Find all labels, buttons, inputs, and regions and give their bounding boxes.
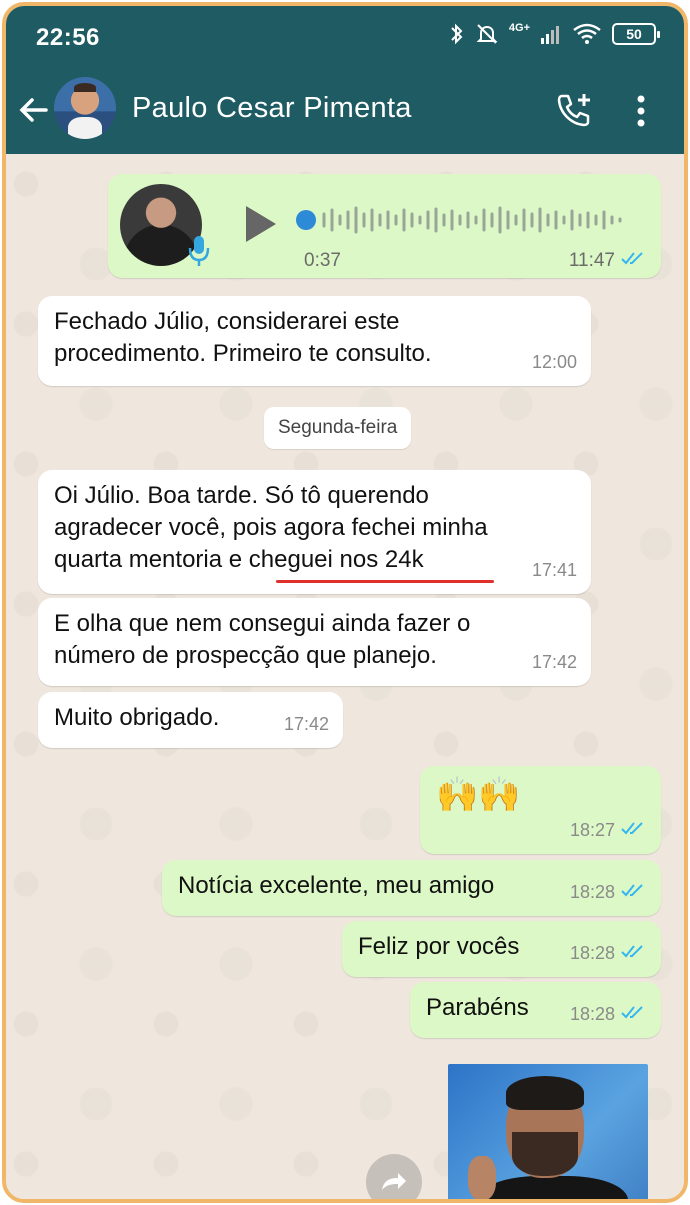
wifi-icon xyxy=(572,22,602,46)
audio-meta: 11:47 xyxy=(569,250,647,272)
message-meta: 18:28 xyxy=(570,937,647,969)
phone-frame: 22:56 4G+ 50 Paulo Cesar Pimenta 0:37 11… xyxy=(2,2,688,1203)
highlight-underline xyxy=(276,580,494,583)
network-label: 4G+ xyxy=(508,22,530,34)
message-line: Oi Júlio. Boa tarde. Só tô querendo xyxy=(54,482,429,509)
message-meta: 17:41 xyxy=(532,554,577,586)
status-time: 22:56 xyxy=(36,24,100,51)
message-time: 18:27 xyxy=(569,820,615,840)
audio-waveform[interactable] xyxy=(294,200,634,245)
audio-duration: 0:37 xyxy=(304,250,341,271)
chat-area[interactable]: 0:37 11:47 Fechado Júlio, considerarei e… xyxy=(6,154,684,1199)
read-ticks-icon xyxy=(621,814,647,846)
chat-header: Paulo Cesar Pimenta xyxy=(6,68,684,154)
forward-button[interactable] xyxy=(366,1154,422,1199)
outgoing-message[interactable]: Notícia excelente, meu amigo 18:28 xyxy=(162,860,661,916)
message-time: 12:00 xyxy=(531,352,577,372)
message-time: 18:28 xyxy=(569,1004,615,1024)
read-ticks-icon xyxy=(621,998,647,1030)
message-meta: 17:42 xyxy=(284,708,329,740)
day-separator: Segunda-feira xyxy=(264,407,412,449)
message-line: quarta mentoria e cheguei nos 24k xyxy=(54,546,424,573)
read-ticks-icon xyxy=(621,937,647,969)
play-icon[interactable] xyxy=(242,204,278,249)
bell-muted-icon xyxy=(475,22,499,46)
message-line: E olha que nem consegui ainda fazer o xyxy=(54,610,471,637)
outgoing-message[interactable]: Parabéns 18:28 xyxy=(410,982,661,1038)
message-meta: 18:28 xyxy=(570,876,647,908)
add-call-icon[interactable] xyxy=(554,90,594,135)
message-time: 17:42 xyxy=(531,652,577,672)
message-meta: 18:28 xyxy=(570,998,647,1030)
forward-icon xyxy=(382,1173,406,1190)
audio-message[interactable]: 0:37 11:47 xyxy=(108,174,661,278)
message-time: 11:47 xyxy=(568,250,615,271)
emoji-content: 🙌🙌 xyxy=(436,776,521,814)
message-time: 18:28 xyxy=(569,882,615,902)
message-meta: 12:00 xyxy=(532,346,577,378)
back-arrow-icon[interactable] xyxy=(18,94,50,131)
outgoing-message[interactable]: Feliz por vocês 18:28 xyxy=(342,921,661,977)
signal-icon xyxy=(540,23,562,45)
status-icons: 4G+ 50 xyxy=(449,22,660,46)
message-line: procedimento. Primeiro te consulto. xyxy=(54,340,432,367)
incoming-message[interactable]: E olha que nem consegui ainda fazer o nú… xyxy=(38,598,591,686)
contact-name[interactable]: Paulo Cesar Pimenta xyxy=(132,92,412,125)
microphone-icon xyxy=(188,234,210,273)
incoming-message[interactable]: Oi Júlio. Boa tarde. Só tô querendo agra… xyxy=(38,470,591,594)
outgoing-message[interactable]: 🙌🙌 18:27 xyxy=(420,766,661,854)
bluetooth-icon xyxy=(449,22,465,46)
media-thumbnail[interactable] xyxy=(448,1064,648,1199)
message-line: Fechado Júlio, considerarei este xyxy=(54,308,400,335)
message-meta: 18:27 xyxy=(570,814,647,846)
more-vert-icon[interactable] xyxy=(634,94,648,133)
message-meta: 17:42 xyxy=(532,646,577,678)
incoming-message[interactable]: Muito obrigado. 17:42 xyxy=(38,692,343,748)
battery-indicator: 50 xyxy=(612,23,660,45)
message-line: agradecer você, pois agora fechei minha xyxy=(54,514,488,541)
message-time: 17:42 xyxy=(283,714,329,734)
message-line: número de prospecção que planejo. xyxy=(54,642,437,669)
message-time: 17:41 xyxy=(531,560,577,580)
message-text: Notícia excelente, meu amigo xyxy=(178,872,495,899)
incoming-message[interactable]: Fechado Júlio, considerarei este procedi… xyxy=(38,296,591,386)
status-bar: 22:56 4G+ 50 xyxy=(6,6,684,68)
contact-avatar[interactable] xyxy=(54,77,116,139)
read-ticks-icon xyxy=(621,876,647,908)
message-time: 18:28 xyxy=(569,943,615,963)
read-ticks-icon xyxy=(621,250,647,272)
